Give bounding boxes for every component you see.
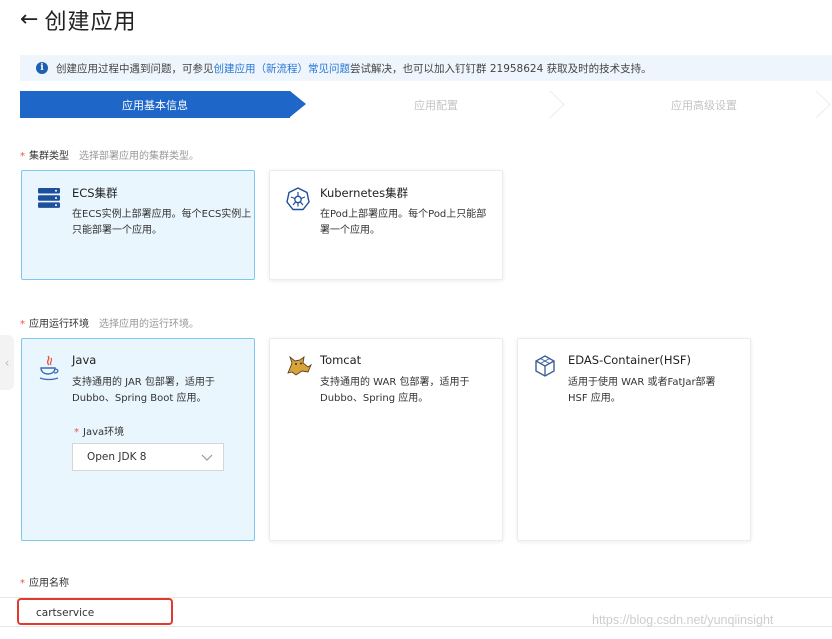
- collapse-handle[interactable]: ‹: [0, 335, 14, 390]
- chevron-down-icon: [201, 454, 213, 461]
- kubernetes-helm-icon: [286, 187, 310, 211]
- notice-text-after: 尝试解决，也可以加入钉钉群 21958624 获取及时的技术支持。: [350, 62, 652, 75]
- card-title: ECS集群: [72, 186, 118, 200]
- step-advanced-settings[interactable]: 应用高级设置: [566, 91, 832, 118]
- card-title: Kubernetes集群: [320, 186, 409, 200]
- server-stack-icon: [38, 188, 60, 208]
- app-name-label: * 应用名称: [20, 574, 69, 589]
- page-title: 创建应用: [44, 10, 137, 35]
- app-name-title: 应用名称: [29, 578, 69, 589]
- card-desc: 在Pod上部署应用。每个Pod上只能部署一个应用。: [320, 209, 487, 236]
- step-label: 应用高级设置: [671, 98, 737, 112]
- step-progress: 应用基本信息 应用配置 应用高级设置: [20, 91, 832, 118]
- step-divider-icon: [815, 91, 831, 118]
- step-arrow-tip: [290, 91, 306, 117]
- step-label: 应用配置: [414, 98, 458, 112]
- card-java-runtime[interactable]: Java 支持通用的 JAR 包部署，适用于 Dubbo、Spring Boot…: [21, 338, 255, 541]
- cube-icon: [535, 355, 555, 377]
- card-desc: 支持通用的 WAR 包部署，适用于 Dubbo、Spring 应用。: [320, 377, 470, 404]
- cluster-type-label: * 集群类型 选择部署应用的集群类型。: [20, 147, 199, 162]
- step-basic-info[interactable]: 应用基本信息: [20, 91, 290, 118]
- required-mark: *: [74, 427, 79, 438]
- java-env-select[interactable]: Open JDK 8: [72, 443, 224, 471]
- card-title: Java: [72, 353, 97, 367]
- step-divider-icon: [549, 91, 565, 118]
- runtime-env-hint: 选择应用的运行环境。: [99, 319, 199, 330]
- runtime-env-title: 应用运行环境: [29, 319, 89, 330]
- cluster-type-hint: 选择部署应用的集群类型。: [79, 151, 199, 162]
- card-ecs-cluster[interactable]: ECS集群 在ECS实例上部署应用。每个ECS实例上只能部署一个应用。: [21, 170, 255, 280]
- step-app-config[interactable]: 应用配置: [306, 91, 566, 118]
- required-mark: *: [20, 151, 25, 162]
- card-title: Tomcat: [320, 353, 362, 367]
- java-env-title: Java环境: [83, 427, 125, 438]
- card-desc: 适用于使用 WAR 或者FatJar部署 HSF 应用。: [568, 377, 716, 404]
- arrow-left-icon[interactable]: ←: [20, 9, 38, 31]
- java-env-label: * Java环境: [74, 423, 124, 438]
- card-desc: 支持通用的 JAR 包部署，适用于 Dubbo、Spring Boot 应用。: [72, 377, 215, 404]
- notice-text-before: 创建应用过程中遇到问题，可参见: [56, 62, 214, 75]
- notice-bar: i 创建应用过程中遇到问题，可参见 创建应用（新流程）常见问题 尝试解决，也可以…: [20, 55, 832, 81]
- required-mark: *: [20, 319, 25, 330]
- cluster-type-title: 集群类型: [29, 151, 69, 162]
- card-desc: 在ECS实例上部署应用。每个ECS实例上只能部署一个应用。: [72, 209, 252, 236]
- card-tomcat-runtime[interactable]: Tomcat 支持通用的 WAR 包部署，适用于 Dubbo、Spring 应用…: [269, 338, 503, 541]
- info-icon: i: [36, 62, 48, 74]
- card-kubernetes-cluster[interactable]: Kubernetes集群 在Pod上部署应用。每个Pod上只能部署一个应用。: [269, 170, 503, 280]
- card-edas-container[interactable]: EDAS-Container(HSF) 适用于使用 WAR 或者FatJar部署…: [517, 338, 751, 541]
- faq-link[interactable]: 创建应用（新流程）常见问题: [214, 61, 351, 76]
- java-coffee-icon: [39, 355, 59, 381]
- annotation-highlight-box: [17, 598, 173, 625]
- page-header: ← 创建应用: [20, 4, 136, 36]
- required-mark: *: [20, 578, 25, 589]
- chevron-left-icon: ‹: [4, 355, 10, 370]
- tomcat-cat-icon: [287, 355, 312, 376]
- java-env-value: Open JDK 8: [87, 451, 147, 463]
- step-label: 应用基本信息: [122, 98, 188, 112]
- card-title: EDAS-Container(HSF): [568, 353, 691, 367]
- watermark: https://blog.csdn.net/yunqiinsight: [592, 613, 774, 627]
- runtime-env-label: * 应用运行环境 选择应用的运行环境。: [20, 315, 199, 330]
